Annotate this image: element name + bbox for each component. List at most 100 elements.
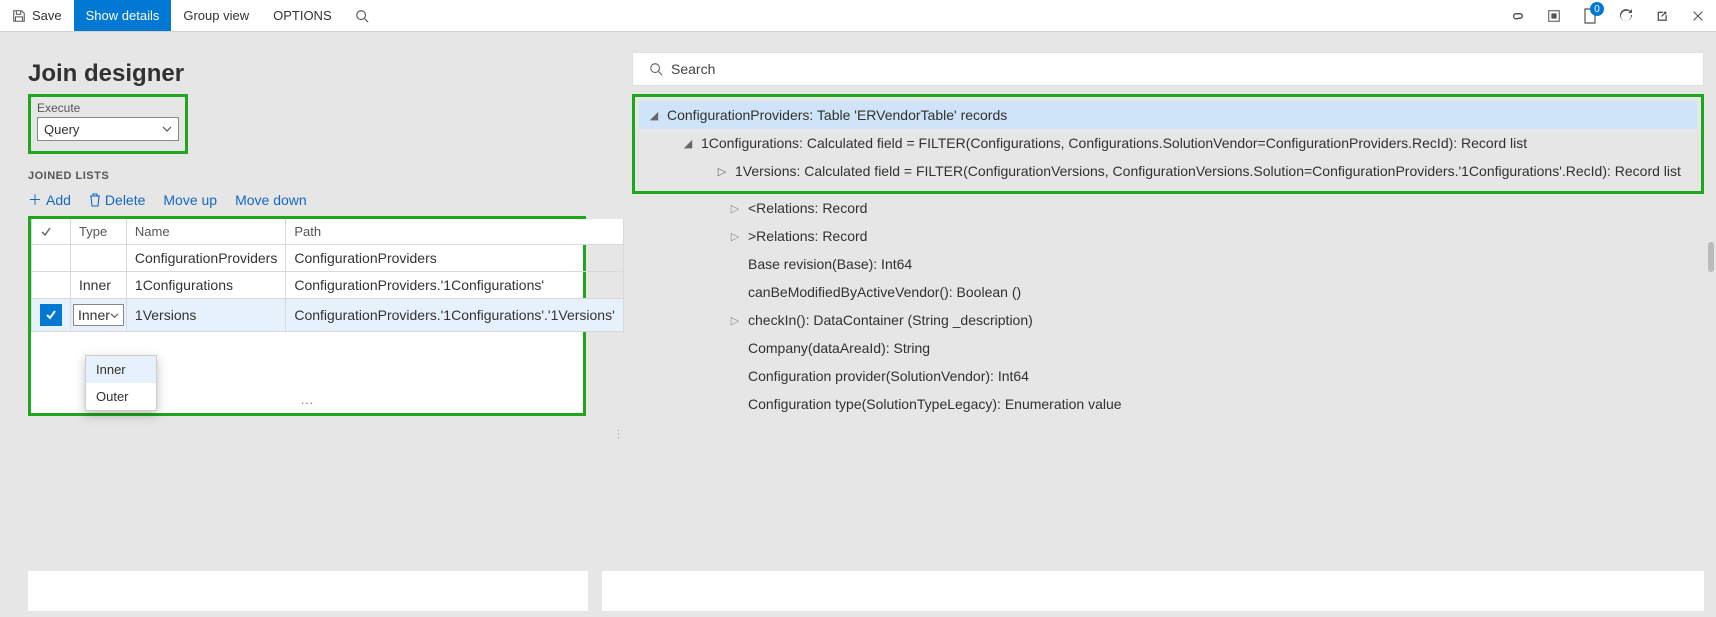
footer-panels — [28, 571, 1704, 611]
move-down-button[interactable]: Move down — [235, 190, 307, 210]
search-button[interactable] — [344, 0, 380, 31]
tree-node[interactable]: ▷ >Relations: Record — [680, 222, 1704, 250]
expand-icon[interactable]: ▷ — [728, 229, 742, 243]
tree-node[interactable]: ▷ 1Versions: Calculated field = FILTER(C… — [639, 157, 1697, 185]
tree-label: Configuration type(SolutionTypeLegacy): … — [748, 396, 1122, 412]
joined-lists-heading: JOINED LISTS — [28, 170, 610, 182]
move-up-button[interactable]: Move up — [163, 190, 217, 210]
chevron-down-icon — [162, 124, 172, 134]
chevron-down-icon — [110, 311, 119, 320]
page-title: Join designer — [28, 60, 610, 88]
scrollbar[interactable] — [1708, 242, 1714, 272]
tree-label: Configuration provider(SolutionVendor): … — [748, 368, 1029, 384]
grid-header-row: Type Name Path — [32, 219, 624, 245]
type-option-inner[interactable]: Inner — [86, 356, 156, 383]
datasource-tree: ◢ ConfigurationProviders: Table 'ERVendo… — [632, 94, 1704, 194]
execute-group: Execute Query — [28, 94, 188, 154]
tree-search[interactable]: Search — [632, 52, 1704, 86]
popout-icon — [1655, 9, 1669, 23]
execute-value: Query — [44, 122, 79, 137]
tree-node[interactable]: Configuration provider(SolutionVendor): … — [680, 362, 1704, 390]
group-view-label: Group view — [183, 8, 249, 23]
tree-node[interactable]: Configuration type(SolutionTypeLegacy): … — [680, 390, 1704, 418]
notification-button[interactable]: 0 — [1572, 0, 1608, 31]
office-button[interactable] — [1536, 0, 1572, 31]
close-icon — [1691, 9, 1705, 23]
move-up-label: Move up — [163, 192, 217, 208]
close-button[interactable] — [1680, 0, 1716, 31]
link-icon — [1510, 8, 1526, 24]
col-name[interactable]: Name — [126, 219, 285, 245]
cell-path[interactable]: ConfigurationProviders.'1Configurations' — [286, 272, 623, 299]
select-all[interactable] — [32, 219, 71, 245]
search-icon — [355, 9, 369, 23]
refresh-button[interactable] — [1608, 0, 1644, 31]
search-placeholder: Search — [671, 61, 715, 77]
save-label: Save — [32, 8, 62, 23]
cell-type[interactable] — [71, 245, 127, 272]
tree-node[interactable]: ◢ 1Configurations: Calculated field = FI… — [639, 129, 1697, 157]
cell-name[interactable]: 1Versions — [126, 299, 285, 332]
tree-label: 1Versions: Calculated field = FILTER(Con… — [735, 163, 1681, 179]
tree-node[interactable]: ▷ checkIn(): DataContainer (String _descr… — [680, 306, 1704, 334]
show-details-label: Show details — [86, 8, 160, 23]
top-toolbar: Save Show details Group view OPTIONS 0 — [0, 0, 1716, 32]
show-details-button[interactable]: Show details — [74, 0, 172, 31]
footer-left — [28, 571, 588, 611]
cell-type[interactable]: Inner — [71, 272, 127, 299]
tree-node[interactable]: Company(dataAreaId): String — [680, 334, 1704, 362]
refresh-icon — [1618, 8, 1634, 24]
options-label: OPTIONS — [273, 8, 332, 23]
attach-button[interactable] — [1500, 0, 1536, 31]
trash-icon — [89, 193, 101, 207]
tree-label: 1Configurations: Calculated field = FILT… — [701, 135, 1527, 151]
table-row[interactable]: Inner 1Versions ConfigurationProviders.'… — [32, 299, 624, 332]
tree-label: Company(dataAreaId): String — [748, 340, 930, 356]
save-icon — [12, 9, 26, 23]
move-down-label: Move down — [235, 192, 307, 208]
row-selected-icon[interactable] — [40, 304, 62, 326]
tree-label: canBeModifiedByActiveVendor(): Boolean (… — [748, 284, 1021, 300]
tree-node[interactable]: ▷<Relations: Record — [680, 194, 1704, 222]
tree-label: ConfigurationProviders: Table 'ERVendorT… — [667, 107, 1007, 123]
cell-path[interactable]: ConfigurationProviders.'1Configurations'… — [286, 299, 623, 332]
collapse-icon[interactable]: ◢ — [647, 108, 661, 122]
options-button[interactable]: OPTIONS — [261, 0, 344, 31]
collapse-icon[interactable]: ◢ — [681, 136, 695, 150]
popout-button[interactable] — [1644, 0, 1680, 31]
cell-path[interactable]: ConfigurationProviders — [286, 245, 623, 272]
type-value: Inner — [78, 307, 110, 323]
search-icon — [649, 62, 663, 76]
tree-node[interactable]: ◢ ConfigurationProviders: Table 'ERVendo… — [639, 101, 1697, 129]
delete-label: Delete — [105, 192, 145, 208]
delete-button[interactable]: Delete — [89, 190, 145, 210]
add-button[interactable]: ＋ Add — [28, 190, 71, 210]
save-button[interactable]: Save — [0, 0, 74, 31]
tree-label: checkIn(): DataContainer (String _descri… — [748, 312, 1033, 328]
cell-name[interactable]: 1Configurations — [126, 272, 285, 299]
col-path[interactable]: Path — [286, 219, 623, 245]
col-type[interactable]: Type — [71, 219, 127, 245]
type-select[interactable]: Inner — [73, 304, 124, 326]
expand-icon[interactable]: ▷ — [728, 313, 742, 327]
add-label: Add — [46, 192, 71, 208]
cell-name[interactable]: ConfigurationProviders — [126, 245, 285, 272]
tree-children: ▷<Relations: Record ▷>Relations: Record … — [632, 194, 1704, 418]
execute-label: Execute — [37, 101, 179, 115]
execute-select[interactable]: Query — [37, 117, 179, 141]
footer-right — [602, 571, 1704, 611]
table-row[interactable]: ConfigurationProviders ConfigurationProv… — [32, 245, 624, 272]
expand-icon[interactable]: ▷ — [715, 164, 729, 178]
tree-label: Base revision(Base): Int64 — [748, 256, 912, 272]
plus-icon: ＋ — [28, 190, 42, 210]
table-row[interactable]: Inner 1Configurations ConfigurationProvi… — [32, 272, 624, 299]
tree-node[interactable]: Base revision(Base): Int64 — [680, 250, 1704, 278]
expand-icon[interactable]: ▷ — [728, 201, 742, 215]
group-view-button[interactable]: Group view — [171, 0, 261, 31]
tree-node[interactable]: canBeModifiedByActiveVendor(): Boolean (… — [680, 278, 1704, 306]
office-icon — [1547, 9, 1561, 23]
joined-lists-grid: Type Name Path ConfigurationProviders Co… — [28, 216, 586, 416]
tree-label: >Relations: Record — [748, 228, 867, 244]
more-rows-indicator: … — [31, 391, 583, 407]
notification-badge: 0 — [1590, 2, 1604, 16]
